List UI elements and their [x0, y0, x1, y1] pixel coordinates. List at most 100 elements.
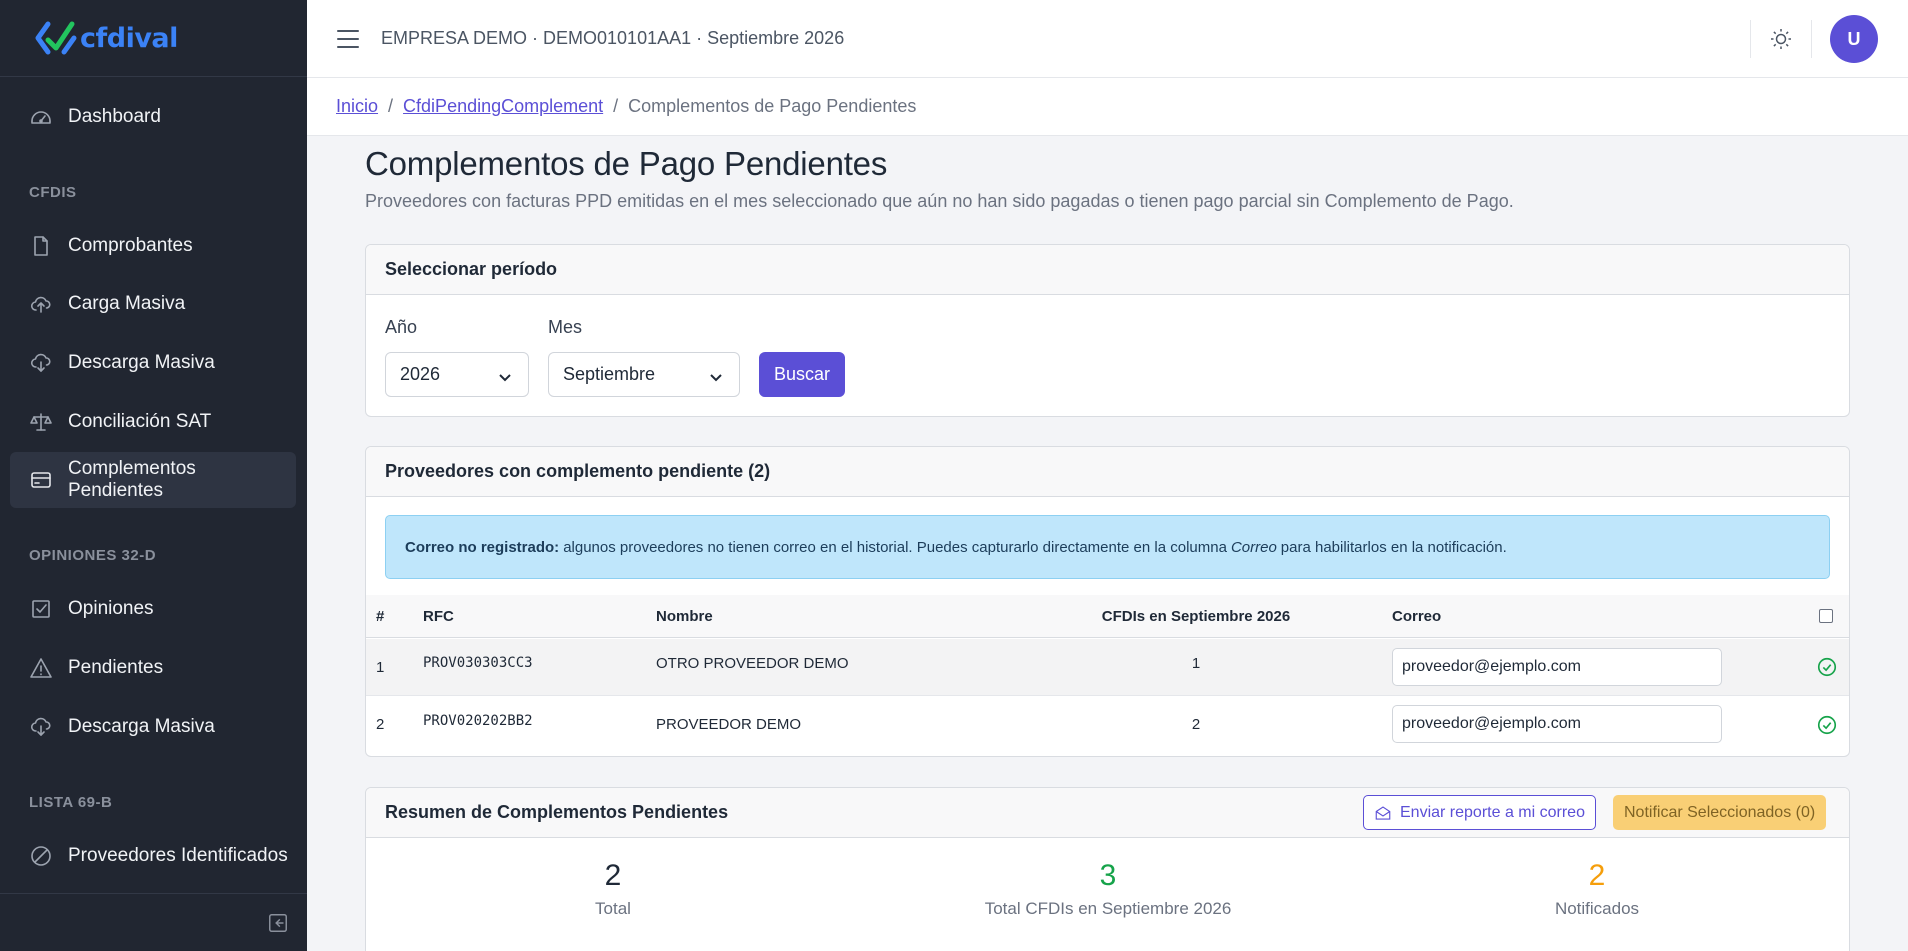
providers-card-title: Proveedores con complemento pendiente (2…	[366, 447, 1849, 497]
notify-selected-button[interactable]: Notificar Seleccionados (0)	[1613, 795, 1827, 830]
check-circle-icon	[1816, 639, 1838, 695]
sidebar-item-label: Pendientes	[68, 657, 164, 678]
cloud-upload-icon	[28, 291, 54, 317]
credit-card-icon	[28, 467, 54, 493]
check-circle-icon	[1816, 696, 1838, 753]
month-select[interactable]: Septiembre	[548, 352, 740, 397]
summary-title-text: Resumen de Complementos Pendientes	[385, 802, 729, 822]
period-card-title: Seleccionar período	[366, 245, 1849, 295]
table-row: 2 PROV020202BB2 PROVEEDOR DEMO 2 proveed…	[366, 696, 1849, 753]
top-header: EMPRESA DEMO · DEMO010101AA1 · Septiembr…	[307, 0, 1908, 78]
email-field[interactable]: proveedor@ejemplo.com	[1392, 705, 1722, 743]
sidebar-item-label: Opiniones	[68, 598, 154, 619]
month-select-value: Septiembre	[563, 364, 656, 384]
sidebar: cfdival Dashboard CFDIS Comprobantes Car…	[0, 0, 307, 951]
search-button[interactable]: Buscar	[759, 352, 845, 397]
sidebar-item-conciliacion-sat[interactable]: Conciliación SAT	[10, 394, 296, 450]
sidebar-item-label: Proveedores Identificados	[68, 845, 288, 866]
sidebar-item-descarga-masiva[interactable]: Descarga Masiva	[10, 335, 296, 391]
col-header-cfdis: CFDIs en Septiembre 2026	[1101, 607, 1291, 625]
breadcrumb-current: Complementos de Pago Pendientes	[628, 96, 917, 116]
breadcrumb-parent-link[interactable]: CfdiPendingComplement	[403, 96, 603, 117]
user-avatar[interactable]: U	[1830, 15, 1878, 63]
check-square-icon	[28, 596, 54, 622]
chevron-down-icon	[709, 368, 723, 382]
stat-total: 2 Total	[448, 859, 778, 919]
select-all-checkbox[interactable]	[1819, 595, 1833, 637]
alert-emphasis: Correo	[1230, 538, 1277, 556]
main-content: Complementos de Pago Pendientes Proveedo…	[365, 136, 1850, 951]
sidebar-item-label: Complementos Pendientes	[67, 458, 196, 501]
sidebar-item-complementos-pendientes[interactable]: Complementos Pendientes	[10, 452, 296, 508]
stat-label: Total CFDIs en Septiembre 2026	[984, 899, 1232, 918]
missing-email-alert: Correo no registrado: algunos proveedore…	[385, 515, 1830, 579]
row-num: 2	[376, 716, 385, 733]
row-name: PROVEEDOR DEMO	[656, 716, 802, 733]
sidebar-item-opiniones[interactable]: Opiniones	[10, 581, 296, 637]
stat-value: 2	[604, 859, 622, 892]
checkbox[interactable]	[1819, 609, 1833, 623]
sidebar-item-label: Dashboard	[68, 106, 161, 127]
col-header-nombre: Nombre	[656, 607, 713, 625]
brand-name: cfdival	[80, 22, 178, 54]
page-title: Complementos de Pago Pendientes	[365, 145, 888, 182]
email-field[interactable]: proveedor@ejemplo.com	[1392, 648, 1722, 686]
stat-value: 2	[1588, 859, 1606, 892]
menu-toggle-icon[interactable]	[337, 29, 359, 48]
chevron-down-icon	[498, 368, 512, 382]
table-header: # RFC Nombre CFDIs en Septiembre 2026 Co…	[366, 595, 1849, 638]
year-select[interactable]: 2026	[385, 352, 529, 397]
sidebar-item-carga-masiva[interactable]: Carga Masiva	[10, 276, 296, 332]
providers-card: Proveedores con complemento pendiente (2…	[365, 446, 1850, 757]
sidebar-item-label: Carga Masiva	[68, 293, 186, 314]
month-label: Mes	[548, 317, 583, 337]
speedometer-icon	[28, 104, 54, 130]
section-label-lista-69b: LISTA 69-B	[29, 794, 113, 811]
logo-check-icon	[35, 21, 77, 55]
page-subtitle: Proveedores con facturas PPD emitidas en…	[365, 191, 1514, 211]
col-header-correo: Correo	[1392, 607, 1442, 625]
sidebar-item-descarga-masiva-32d[interactable]: Descarga Masiva	[10, 699, 296, 755]
row-num: 1	[376, 658, 385, 676]
year-select-value: 2026	[400, 364, 441, 384]
alert-title: Correo no registrado:	[405, 538, 560, 556]
sidebar-item-proveedores-identificados[interactable]: Proveedores Identificados	[10, 828, 296, 884]
brand[interactable]: cfdival	[0, 0, 307, 77]
sidebar-item-label: Descarga Masiva	[68, 716, 215, 737]
cloud-download-icon	[28, 350, 54, 376]
stat-notificados: 2 Notificados	[1432, 859, 1762, 919]
breadcrumb: Inicio / CfdiPendingComplement / Complem…	[307, 78, 1908, 136]
theme-toggle-sun-icon[interactable]	[1751, 27, 1811, 51]
scale-icon	[28, 409, 54, 435]
envelope-open-icon	[1375, 805, 1391, 820]
summary-stats: 2 Total 3 Total CFDIs en Septiembre 2026…	[366, 859, 1849, 951]
row-rfc: PROV020202BB2	[423, 712, 533, 729]
ban-icon	[28, 843, 54, 869]
row-name: OTRO PROVEEDOR DEMO	[656, 654, 849, 672]
alert-text: algunos proveedores no tienen correo en …	[563, 538, 1227, 556]
sidebar-item-dashboard[interactable]: Dashboard	[10, 89, 296, 145]
alert-tail: para habilitarlos en la notificación.	[1280, 538, 1507, 556]
sidebar-collapse-icon[interactable]	[267, 912, 289, 934]
col-header-num: #	[376, 607, 385, 625]
stat-label: Notificados	[1554, 899, 1640, 918]
sidebar-item-label: Conciliación SAT	[68, 411, 212, 432]
sidebar-item-label: Comprobantes	[68, 235, 193, 256]
header-divider	[1811, 20, 1812, 58]
breadcrumb-separator: /	[613, 96, 619, 116]
warning-icon	[28, 655, 54, 681]
row-cfdis: 2	[1191, 716, 1201, 733]
file-icon	[28, 233, 54, 259]
send-report-button[interactable]: Enviar reporte a mi correo	[1363, 795, 1596, 830]
send-report-label: Enviar reporte a mi correo	[1400, 803, 1585, 821]
sidebar-footer	[0, 893, 307, 951]
col-header-rfc: RFC	[423, 607, 454, 625]
company-context-title: EMPRESA DEMO · DEMO010101AA1 · Septiembr…	[381, 28, 845, 48]
sidebar-item-label: Descarga Masiva	[68, 352, 215, 373]
sidebar-item-comprobantes[interactable]: Comprobantes	[10, 218, 296, 274]
header-actions: U	[1750, 0, 1908, 78]
section-label-cfdis: CFDIS	[29, 184, 77, 201]
sidebar-item-pendientes[interactable]: Pendientes	[10, 640, 296, 696]
period-card: Seleccionar período Año 2026 Mes Septiem…	[365, 244, 1850, 417]
breadcrumb-home-link[interactable]: Inicio	[336, 96, 378, 117]
